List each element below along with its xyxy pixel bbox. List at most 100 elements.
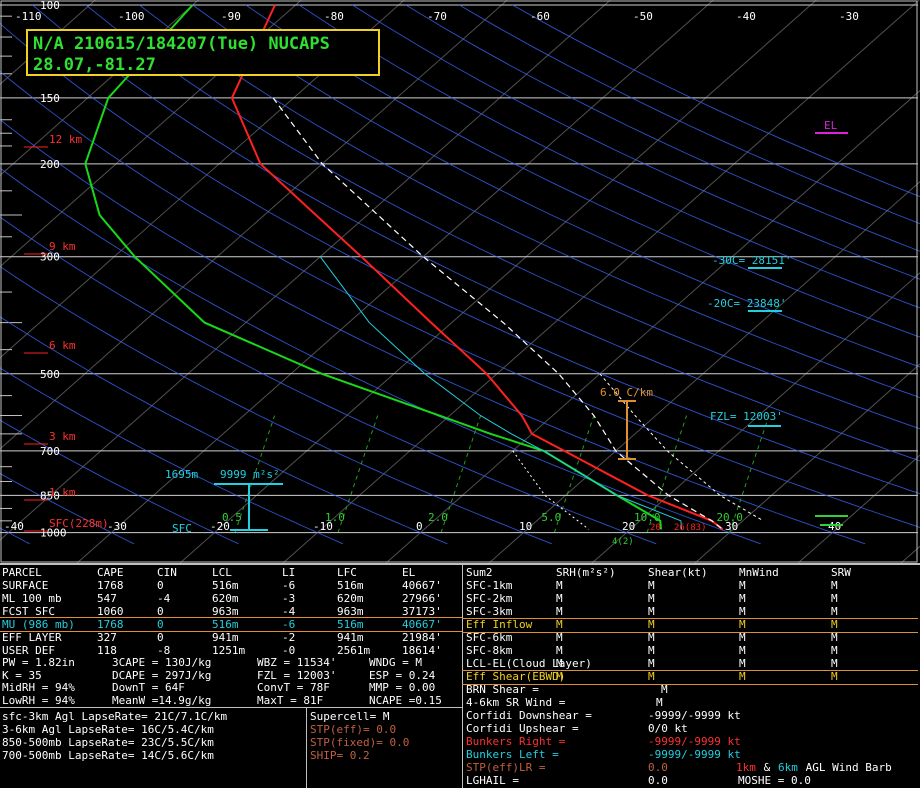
shear-cell: M: [648, 592, 655, 605]
shear-cell: M: [831, 592, 838, 605]
shear-cell: M: [556, 579, 563, 592]
sfc-dew-label: 26(83): [674, 523, 707, 533]
bunkers-left-value: -9999/-9999 kt: [648, 748, 741, 761]
stp-lr-value: 0.0: [648, 761, 668, 774]
index-cell: K = 35: [2, 668, 42, 682]
fzl-label: FZL= 12003': [710, 410, 783, 423]
top-temp-tick: -90: [221, 10, 241, 23]
shear-cell: M: [556, 657, 563, 670]
shear-cell: M: [831, 579, 838, 592]
shear-cell: M: [831, 644, 838, 657]
barb-and-label: &: [757, 761, 777, 774]
shear-cell: M: [831, 657, 838, 670]
shear-cell: SFC-1km: [466, 579, 513, 592]
parcel-cell: 620m: [212, 592, 239, 605]
composite-block: Supercell= M STP(eff)= 0.0 STP(fixed)= 0.0…: [310, 710, 460, 786]
parcel-header-1: CAPE: [97, 566, 124, 579]
top-temp-tick: -40: [736, 10, 756, 23]
shear-header-3: MnWind: [739, 566, 779, 579]
shear-cell: M: [648, 579, 655, 592]
top-temp-tick: -60: [530, 10, 550, 23]
pressure-label: 100: [40, 0, 60, 12]
parcel-cell: 327: [97, 631, 117, 644]
height-label: SFC(228m): [49, 517, 109, 530]
parcel-cell: 27966': [402, 592, 442, 605]
height-label: 9 km: [49, 240, 76, 253]
pressure-label: 150: [40, 92, 60, 105]
index-cell: FZL = 12003': [257, 668, 337, 682]
parcel-cell: -6: [282, 579, 296, 592]
lapse-rate-line: 3-6km Agl LapseRate= 16C/5.4C/km: [2, 723, 214, 736]
shear-cell: M: [739, 579, 746, 592]
parcel-cell: 516m: [337, 579, 364, 592]
parcel-cell: 547: [97, 592, 117, 605]
stp-lr-label: STP(eff)LR =: [466, 761, 546, 774]
bottom-temp-tick: 30: [725, 520, 738, 533]
bunkers-right-label: Bunkers Right =: [466, 735, 566, 748]
height-label: 1 km: [49, 486, 76, 499]
parcel-header-2: CIN: [157, 566, 177, 579]
mixing-ratio-label: 5.0: [541, 511, 561, 524]
lapse-rate-line: 700-500mb LapseRate= 14C/5.6C/km: [2, 749, 214, 762]
motion-block: BRN Shear = M 4-6km SR Wind = M Corfidi Down…: [466, 683, 918, 787]
parcel-cell: 21984': [402, 631, 442, 644]
top-temp-tick: -110: [15, 10, 42, 23]
height-label: 3 km: [49, 430, 76, 443]
shear-header-1: SRH(m²s²): [556, 566, 616, 579]
shear-header-0: Sum2: [466, 566, 493, 579]
title-box: N/A 210615/184207(Tue) NUCAPS 28.07,-81.…: [26, 29, 380, 76]
index-cell: PW = 1.82in: [2, 656, 75, 669]
parcel-header-6: EL: [402, 566, 416, 579]
el-label: EL: [824, 119, 838, 132]
barb-rest-label: AGL Wind Barb: [799, 761, 892, 774]
shear-cell: SFC-8km: [466, 644, 513, 657]
shear-cell: M: [556, 592, 563, 605]
shear-cell: M: [739, 605, 746, 618]
pressure-label: 500: [40, 368, 60, 381]
shear-cell: LCL-EL(Cloud Layer): [466, 657, 592, 670]
height-label: 12 km: [49, 133, 82, 146]
index-cell: MeanW =14.9g/kg: [112, 693, 212, 707]
top-temp-tick: -70: [427, 10, 447, 23]
lapse-rate-line: sfc-3km Agl LapseRate= 21C/7.1C/km: [2, 710, 228, 723]
sfc-temp-label: 20: [650, 523, 661, 533]
sfc-label: SFC: [172, 522, 192, 535]
lapse-rate-block: sfc-3km Agl LapseRate= 21C/7.1C/km 3-6km …: [2, 710, 306, 786]
shear-cell: M: [739, 644, 746, 657]
bottom-temp-tick: 40: [828, 520, 841, 533]
parcel-cell: 1768: [97, 579, 124, 592]
top-temp-tick: -100: [118, 10, 145, 23]
shear-cell: M: [739, 592, 746, 605]
top-temp-tick: -50: [633, 10, 653, 23]
bottom-temp-tick: 0: [416, 520, 423, 533]
barb-1km-label: 1km: [736, 761, 756, 774]
parcel-cell: 40667': [402, 579, 442, 592]
shear-cell: SFC-3km: [466, 605, 513, 618]
shear-cell: M: [648, 605, 655, 618]
index-cell: WBZ = 11534': [257, 656, 337, 669]
parcel-cell: 0: [157, 631, 164, 644]
ship-value: SHIP= 0.2: [310, 749, 370, 762]
shear-cell: M: [831, 605, 838, 618]
srh-value-label: 9999 m²s²: [220, 468, 280, 481]
parcel-cell: ML 100 mb: [2, 592, 62, 605]
corfidi-down-value: -9999/-9999 kt: [648, 709, 741, 722]
stp-fixed-value: STP(fixed)= 0.0: [310, 736, 410, 749]
parcel-cell: 941m: [212, 631, 239, 644]
lghail-label: LGHAIL =: [466, 774, 519, 787]
brn-label: BRN Shear =: [466, 683, 539, 696]
parcel-header-3: LCL: [212, 566, 232, 579]
moshe-value: MOSHE = 0.0: [738, 774, 811, 787]
parcel-cell: -3: [282, 592, 296, 605]
parcel-cell: 620m: [337, 592, 364, 605]
lapse-rate-line: 850-500mb LapseRate= 23C/5.5C/km: [2, 736, 214, 749]
index-cell: NCAPE =0.15: [369, 693, 442, 707]
bottom-temp-tick: -30: [107, 520, 127, 533]
index-cell: 3CAPE = 130J/kg: [112, 656, 212, 669]
parcel-cell: 941m: [337, 631, 364, 644]
skew-t-chart: 0.5 1.0 2.0 5.0 10.0 20.0 -110 -100 -90 -80 -70 -6…: [0, 0, 920, 563]
minus30-height-label: -30C= 28151': [712, 254, 791, 267]
title-line2: 28.07,-81.27: [33, 55, 156, 75]
corfidi-up-value: 0/0 kt: [648, 722, 688, 735]
bottom-temp-tick: -40: [4, 520, 24, 533]
